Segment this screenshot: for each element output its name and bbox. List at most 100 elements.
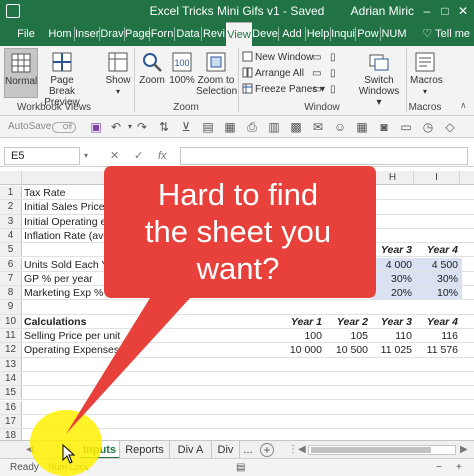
row-header[interactable]: 12 (0, 343, 22, 357)
tab-home[interactable]: Hom (46, 22, 74, 46)
cell-a12[interactable]: Operating Expenses (24, 343, 119, 356)
switch-windows-button[interactable]: Switch Windows ▾ (356, 51, 402, 108)
cell-g8[interactable]: 20% (372, 286, 412, 299)
tab-power-pivot[interactable]: Pow (356, 22, 380, 46)
zoom-in-icon[interactable]: + (456, 462, 462, 473)
tab-view[interactable]: View (226, 22, 252, 46)
tab-data[interactable]: Data (175, 22, 201, 46)
page-break-preview-button[interactable]: Page Break Preview (40, 51, 84, 108)
row-header[interactable]: 18 (0, 429, 22, 440)
cell-g10[interactable]: Year 3 (372, 315, 412, 328)
cell-g5[interactable]: Year 3 (372, 243, 412, 256)
add-sheet-icon[interactable]: + (260, 443, 274, 457)
table-row[interactable]: 6 Units Sold Each Ye 4 000 4 500 (0, 257, 474, 272)
row-header[interactable]: 5 (0, 243, 22, 257)
cell-g6[interactable]: 4 000 (372, 258, 412, 271)
redo-icon[interactable]: ↷ (134, 119, 150, 135)
sheet-tab-inputs[interactable]: Inputs (80, 441, 120, 459)
clock-icon[interactable]: ◷ (420, 119, 436, 135)
table-row[interactable]: 10 Calculations Year 1 Year 2 Year 3 Year 4 (0, 314, 474, 329)
cell-d12[interactable]: 10 000 (280, 343, 322, 356)
cell-a8[interactable]: Marketing Exp % o (24, 286, 112, 299)
table-row[interactable]: 15 (0, 386, 474, 401)
cell-e11[interactable]: 105 (322, 329, 368, 342)
row-header[interactable]: 2 (0, 200, 22, 214)
cell-a10[interactable]: Calculations (24, 315, 86, 328)
cell-g12[interactable]: 11 025 (372, 343, 412, 356)
next-sheet-icon[interactable]: ▶ (64, 441, 72, 459)
row-header[interactable]: 14 (0, 371, 22, 386)
table-row[interactable]: 13 (0, 357, 474, 372)
tab-insert[interactable]: Inser (75, 22, 99, 46)
name-box-dropdown-icon[interactable]: ▾ (84, 147, 88, 165)
autosave-toggle[interactable]: Off (52, 122, 76, 133)
hide-icon[interactable]: ▭ (312, 66, 324, 81)
table-row[interactable]: 4 Inflation Rate (avera (0, 228, 474, 244)
insert-function-icon[interactable]: fx (158, 147, 167, 165)
cell-a11[interactable]: Selling Price per unit (24, 329, 120, 342)
zoom-to-selection-button[interactable]: Zoom to Selection (196, 51, 237, 97)
table-row[interactable]: 2 Initial Sales Price p (0, 200, 474, 215)
user-name[interactable]: Adrian Miric (351, 4, 414, 18)
row-header[interactable]: 4 (0, 228, 22, 243)
cell-h8[interactable]: 10% (414, 286, 458, 299)
zoom-100-button[interactable]: 100 100% (168, 51, 196, 86)
shapes-icon[interactable]: ◇ (442, 119, 458, 135)
row-header[interactable]: 11 (0, 329, 22, 343)
cell-h11[interactable]: 116 (414, 329, 458, 342)
column-header-i[interactable]: I (414, 171, 460, 185)
zoom-out-icon[interactable]: − (436, 462, 442, 473)
sheet-tab-div[interactable]: Div (212, 441, 240, 459)
filter-icon[interactable]: ⊻ (178, 119, 194, 135)
cell-d11[interactable]: 100 (280, 329, 322, 342)
scrollbar-thumb[interactable] (311, 447, 431, 453)
cell-a4[interactable]: Inflation Rate (avera (24, 229, 119, 242)
reset-window-position-icon[interactable]: ▯ (330, 82, 342, 97)
column-header-h[interactable]: H (372, 171, 414, 185)
page-view-icon[interactable]: ▤ (236, 462, 245, 473)
tab-formulas[interactable]: Forn (150, 22, 174, 46)
cell-h7[interactable]: 30% (414, 272, 458, 285)
select-all-corner[interactable] (0, 171, 22, 185)
table-row[interactable]: 12 Operating Expenses 10 000 10 500 11 025 11… (0, 343, 474, 358)
tab-num[interactable]: NUM (381, 22, 407, 46)
table-row[interactable]: 11 Selling Price per unit 100 105 110 116 (0, 329, 474, 344)
cell-h12[interactable]: 11 576 (414, 343, 458, 356)
save-icon[interactable]: ▣ (88, 119, 104, 135)
row-header[interactable]: 1 (0, 186, 22, 200)
unhide-icon[interactable]: ▭ (312, 82, 324, 97)
table-icon[interactable]: ▥ (266, 119, 282, 135)
row-header[interactable]: 16 (0, 400, 22, 414)
arrange-all-button[interactable]: Arrange All (242, 66, 304, 81)
tab-draw[interactable]: Drav (100, 22, 124, 46)
view-side-by-side-icon[interactable]: ▯ (330, 50, 342, 65)
tab-add-ins[interactable]: Add (279, 22, 305, 46)
cell-e10[interactable]: Year 2 (322, 315, 368, 328)
cell-a7[interactable]: GP % per year (24, 272, 93, 285)
row-header[interactable]: 3 (0, 214, 22, 228)
name-box[interactable]: E5 (4, 147, 80, 165)
sheet-tab-div-a[interactable]: Div A (170, 441, 212, 459)
sheet-tab-reports[interactable]: Reports (120, 441, 170, 459)
enter-icon[interactable]: ✓ (134, 147, 143, 165)
cell-a6[interactable]: Units Sold Each Ye (24, 258, 113, 271)
cell-d10[interactable]: Year 1 (280, 315, 322, 328)
tab-developer[interactable]: Deve (252, 22, 278, 46)
row-header[interactable]: 15 (0, 386, 22, 400)
cell-h10[interactable]: Year 4 (414, 315, 458, 328)
formula-input[interactable] (180, 147, 468, 165)
cell-h6[interactable]: 4 500 (414, 258, 458, 271)
cancel-icon[interactable]: ✕ (110, 147, 119, 165)
cell-e12[interactable]: 10 500 (322, 343, 368, 356)
grid-icon[interactable]: ▦ (354, 119, 370, 135)
maximize-icon[interactable]: □ (436, 2, 454, 20)
tab-review[interactable]: Revi (202, 22, 226, 46)
cell-h5[interactable]: Year 4 (414, 243, 458, 256)
show-button[interactable]: Show ▾ (104, 51, 132, 97)
cell-g11[interactable]: 110 (372, 329, 412, 342)
text-box-icon[interactable]: ▭ (398, 119, 414, 135)
macros-button[interactable]: Macros ▾ (410, 51, 443, 97)
table-row[interactable]: 7 GP % per year 30% 30% (0, 271, 474, 287)
table-row[interactable]: 5 Year 3 Year 4 (0, 243, 474, 258)
table-row[interactable]: 16 (0, 400, 474, 415)
